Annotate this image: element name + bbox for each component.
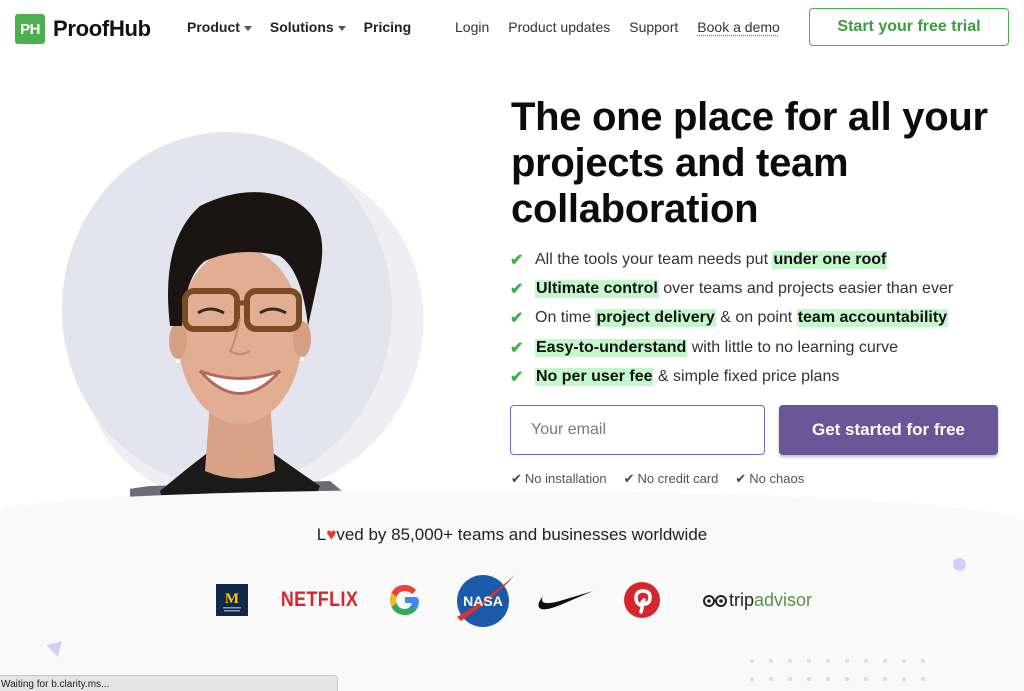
feature-highlight: under one roof [772, 250, 888, 269]
primary-nav: Product Solutions Pricing [187, 19, 411, 35]
decorative-dot [883, 677, 887, 681]
product-updates-link[interactable]: Product updates [508, 19, 610, 35]
perk-label: No credit card [637, 471, 719, 486]
feature-text: On time [535, 309, 596, 327]
support-link[interactable]: Support [629, 19, 678, 35]
nav-pricing-label: Pricing [363, 19, 412, 35]
feature-highlight: Ultimate control [535, 279, 659, 298]
person-photo [130, 192, 350, 531]
perk-item: ✔ No chaos [735, 471, 804, 487]
decorative-dot [826, 659, 830, 663]
feature-highlight: team accountability [796, 309, 949, 328]
book-demo-link[interactable]: Book a demo [697, 19, 780, 35]
netflix-text: NETFLIX [280, 588, 359, 611]
feature-list: ✔ All the tools your team needs put under… [510, 245, 953, 391]
tripadvisor-text-b: advisor [753, 589, 813, 610]
feature-item: ✔ All the tools your team needs put under… [510, 245, 953, 274]
email-input[interactable] [510, 405, 765, 455]
heart-icon: ♥ [326, 525, 337, 544]
face-shape [178, 248, 302, 424]
nike-logo [535, 570, 595, 630]
feature-highlight: project delivery [595, 309, 716, 328]
feature-item: ✔ On time project delivery & on point tea… [510, 304, 953, 333]
decorative-dot [845, 677, 849, 681]
decorative-dot [864, 677, 868, 681]
decorative-dot [845, 659, 849, 663]
logo-mark-icon: PH [15, 14, 45, 44]
checkmark-icon: ✔ [510, 310, 524, 328]
decorative-dot [883, 659, 887, 663]
decorative-dot [788, 659, 792, 663]
start-free-trial-button[interactable]: Start your free trial [809, 8, 1009, 46]
decorative-dot [864, 659, 868, 663]
perk-label: No installation [524, 471, 607, 486]
feature-text: over teams and projects easier than ever [658, 279, 954, 297]
tripadvisor-logo: trip advisor [695, 570, 820, 630]
perks-list: ✔ No installation ✔ No credit card ✔ No cha… [511, 471, 804, 487]
chevron-down-icon [243, 25, 252, 31]
decorative-dot [807, 659, 811, 663]
proofhub-logo[interactable]: PH ProofHub [15, 14, 151, 44]
chevron-down-icon [337, 25, 346, 31]
perk-label: No chaos [749, 471, 805, 486]
nav-product[interactable]: Product [187, 19, 252, 35]
logo-text: ProofHub [53, 16, 151, 41]
top-nav: PH ProofHub Product Solutions Pricing Lo… [0, 0, 1024, 56]
get-started-button[interactable]: Get started for free [779, 405, 998, 455]
perk-item: ✔ No installation [511, 471, 607, 487]
checkmark-icon: ✔ [735, 471, 747, 486]
decorative-dot [826, 677, 830, 681]
nasa-logo: NASA [455, 570, 515, 630]
nav-pricing[interactable]: Pricing [364, 19, 411, 35]
decorative-dot [902, 677, 906, 681]
feature-item: ✔ No per user fee & simple fixed price pl… [510, 362, 953, 391]
nav-solutions[interactable]: Solutions [270, 19, 346, 35]
decorative-dot [750, 659, 754, 663]
feature-text: with little to no learning curve [687, 338, 899, 356]
loved-prefix: L [316, 525, 327, 544]
decorative-dot [788, 677, 792, 681]
checkmark-icon: ✔ [510, 280, 524, 298]
feature-text: & simple fixed price plans [653, 367, 840, 385]
decorative-dot [953, 558, 966, 571]
decorative-dot [921, 677, 925, 681]
decorative-dot-grid [750, 659, 940, 681]
decorative-dot [902, 659, 906, 663]
pinterest-logo [622, 570, 662, 630]
loved-suffix: ved by 85,000+ teams and businesses worl… [336, 525, 708, 544]
checkmark-icon: ✔ [510, 251, 524, 269]
decorative-dot [807, 677, 811, 681]
feature-text: & on point [715, 309, 797, 327]
tripadvisor-owl-icon [702, 595, 727, 607]
hero-headline: The one place for all your projects and … [511, 95, 988, 231]
checkmark-icon: ✔ [510, 368, 524, 386]
tripadvisor-text-a: trip [728, 589, 754, 610]
feature-text: All the tools your team needs put [535, 250, 773, 268]
nav-product-label: Product [187, 19, 240, 35]
netflix-logo: NETFLIX [280, 570, 359, 630]
loved-by-text: L♥ved by 85,000+ teams and businesses wo… [0, 525, 1024, 545]
decorative-dot [769, 677, 773, 681]
login-link[interactable]: Login [455, 19, 489, 35]
checkmark-icon: ✔ [510, 339, 524, 357]
feature-highlight: Easy-to-understand [535, 338, 688, 357]
decorative-dot [769, 659, 773, 663]
michigan-medicine-logo: M [215, 570, 249, 630]
checkmark-icon: ✔ [623, 471, 635, 486]
michigan-m-text: M [225, 591, 239, 607]
browser-status-bar: Waiting for b.clarity.ms... [0, 675, 338, 691]
nav-solutions-label: Solutions [269, 19, 334, 35]
feature-item: ✔ Ultimate control over teams and project… [510, 274, 953, 303]
perk-item: ✔ No credit card [624, 471, 719, 487]
feature-highlight: No per user fee [535, 367, 654, 386]
feature-item: ✔ Easy-to-understand with little to no le… [510, 333, 953, 362]
hero-illustration [0, 56, 500, 536]
decorative-dot [921, 659, 925, 663]
secondary-nav: Login Product updates Support Book a dem… [455, 19, 780, 35]
google-logo [385, 570, 425, 630]
decorative-dot [750, 677, 754, 681]
nasa-text: NASA [463, 593, 503, 609]
checkmark-icon: ✔ [511, 471, 522, 486]
customer-logos: M NETFLIX NASA trip advisor [210, 570, 830, 630]
